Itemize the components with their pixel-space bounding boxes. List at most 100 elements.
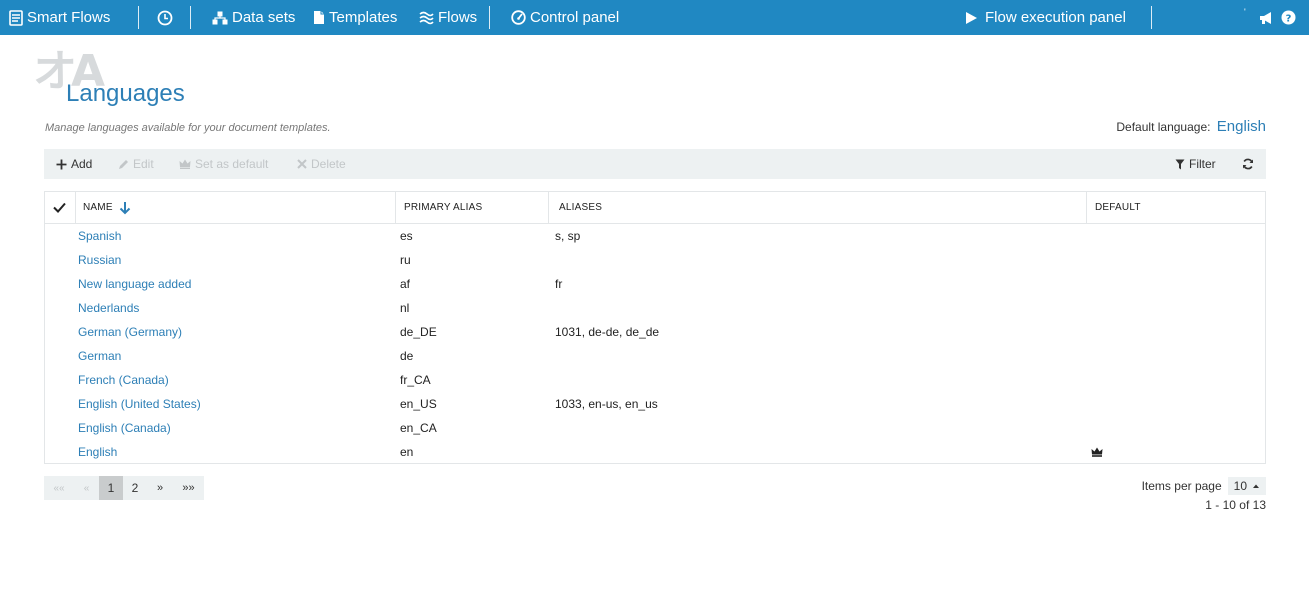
column-divider [395, 192, 396, 223]
dashboard-gauge-icon [511, 10, 526, 25]
set-default-button-label: Set as default [195, 157, 269, 171]
nav-flows[interactable]: Flows [419, 0, 477, 35]
primary-alias: fr_CA [400, 373, 431, 387]
table-row[interactable]: Nederlands nl [45, 296, 1265, 320]
primary-alias: en_CA [400, 421, 437, 435]
language-name[interactable]: German [78, 344, 121, 368]
language-name[interactable]: French (Canada) [78, 368, 169, 392]
table-row[interactable]: Russian ru [45, 248, 1265, 272]
nav-divider [138, 6, 139, 29]
table-row[interactable]: French (Canada) fr_CA [45, 368, 1265, 392]
default-language-value[interactable]: English [1217, 118, 1266, 135]
pagination: «« « 1 2 » »» [44, 476, 204, 500]
top-nav-bar: Smart Flows Data sets Templates Flows Co… [0, 0, 1309, 35]
aliases: 1031, de-de, de_de [555, 325, 660, 339]
previous-page-button[interactable]: « [74, 476, 99, 500]
brand-label: Smart Flows [27, 9, 111, 26]
nav-control-panel[interactable]: Control panel [511, 0, 619, 35]
refresh-button[interactable] [1242, 149, 1258, 179]
items-per-page-select[interactable]: 10 [1227, 477, 1266, 495]
column-divider [1086, 192, 1087, 223]
last-page-button[interactable]: »» [173, 476, 204, 500]
column-header-aliases-label: ALIASES [559, 202, 603, 213]
svg-text:?: ? [1286, 14, 1292, 25]
megaphone-icon [1260, 11, 1271, 24]
sitemap-icon [212, 11, 228, 24]
items-per-page: Items per page 10 [1142, 477, 1266, 495]
first-page-button[interactable]: «« [44, 476, 74, 500]
table-row[interactable]: English (United States) en_US 1033, en-us,… [45, 392, 1265, 416]
play-icon [966, 11, 977, 24]
page-subtitle: Manage languages available for your docu… [45, 122, 331, 134]
languages-table: NAME PRIMARY ALIAS ALIASES DEFAULT Spani… [44, 191, 1266, 464]
history-button[interactable] [157, 0, 177, 35]
language-name[interactable]: English (United States) [78, 392, 201, 416]
language-name[interactable]: German (Germany) [78, 320, 182, 344]
nav-flow-execution-label: Flow execution panel [985, 9, 1126, 26]
column-header-name-label: NAME [83, 202, 113, 213]
primary-alias: en_US [400, 397, 437, 411]
nav-data-sets[interactable]: Data sets [212, 0, 295, 35]
default-crown-icon [1091, 440, 1103, 464]
nav-templates-label: Templates [329, 9, 398, 26]
column-header-primary-alias-label: PRIMARY ALIAS [404, 202, 483, 213]
table-row[interactable]: Spanish es s, sp [45, 224, 1265, 248]
select-all-checkbox[interactable] [53, 192, 67, 223]
language-name[interactable]: New language added [78, 272, 191, 296]
language-name[interactable]: English (Canada) [78, 416, 171, 440]
table-row[interactable]: German de [45, 344, 1265, 368]
page-title: Languages [66, 80, 185, 107]
filter-button[interactable]: Filter [1175, 149, 1216, 179]
announcements-button[interactable] [1259, 0, 1279, 35]
plus-icon [56, 159, 67, 169]
help-icon: ? [1281, 10, 1296, 25]
default-language-label: Default language: [1116, 120, 1211, 134]
document-icon [314, 11, 324, 24]
next-page-button[interactable]: » [147, 476, 173, 500]
nav-flow-execution-panel[interactable]: Flow execution panel [964, 0, 1126, 35]
language-name[interactable]: English [78, 440, 117, 464]
column-header-default[interactable]: DEFAULT [1095, 192, 1141, 223]
primary-alias: af [400, 277, 411, 291]
nav-templates[interactable]: Templates [313, 0, 397, 35]
page-1-button[interactable]: 1 [99, 476, 123, 500]
primary-alias: de [400, 349, 414, 363]
column-header-default-label: DEFAULT [1095, 202, 1141, 213]
table-row[interactable]: English en [45, 440, 1265, 464]
delete-button[interactable]: Delete [297, 149, 346, 179]
nav-divider [489, 6, 490, 29]
help-button[interactable]: ? [1281, 0, 1300, 35]
column-divider [548, 192, 549, 223]
primary-alias: es [400, 229, 413, 243]
language-name[interactable]: Russian [78, 248, 121, 272]
column-header-name[interactable]: NAME [83, 192, 131, 223]
aliases: fr [555, 277, 563, 291]
flows-wave-icon [419, 11, 434, 24]
pencil-icon [119, 159, 128, 169]
add-button[interactable]: Add [56, 149, 92, 179]
edit-button[interactable]: Edit [118, 149, 154, 179]
table-row[interactable]: New language added af fr [45, 272, 1265, 296]
filter-button-label: Filter [1189, 157, 1216, 171]
funnel-icon [1175, 159, 1185, 169]
page-2-button[interactable]: 2 [123, 476, 147, 500]
set-default-button[interactable]: Set as default [179, 149, 268, 179]
primary-alias: ru [400, 253, 411, 267]
language-name[interactable]: Nederlands [78, 296, 139, 320]
edit-button-label: Edit [133, 157, 154, 171]
brand-link[interactable]: Smart Flows [9, 0, 110, 35]
column-header-primary-alias[interactable]: PRIMARY ALIAS [404, 192, 482, 223]
sort-descending-icon [119, 201, 130, 214]
aliases: s, sp [555, 229, 581, 243]
column-header-aliases[interactable]: ALIASES [559, 192, 602, 223]
items-per-page-value: 10 [1233, 479, 1247, 493]
aliases: 1033, en-us, en_us [555, 397, 658, 411]
table-row[interactable]: German (Germany) de_DE 1031, de-de, de_de [45, 320, 1265, 344]
primary-alias: de_DE [400, 325, 437, 339]
nav-flows-label: Flows [438, 9, 478, 26]
checkmark-icon [53, 202, 66, 213]
items-per-page-label: Items per page [1141, 479, 1222, 493]
language-name[interactable]: Spanish [78, 224, 121, 248]
table-row[interactable]: English (Canada) en_CA [45, 416, 1265, 440]
nav-control-panel-label: Control panel [530, 9, 620, 26]
